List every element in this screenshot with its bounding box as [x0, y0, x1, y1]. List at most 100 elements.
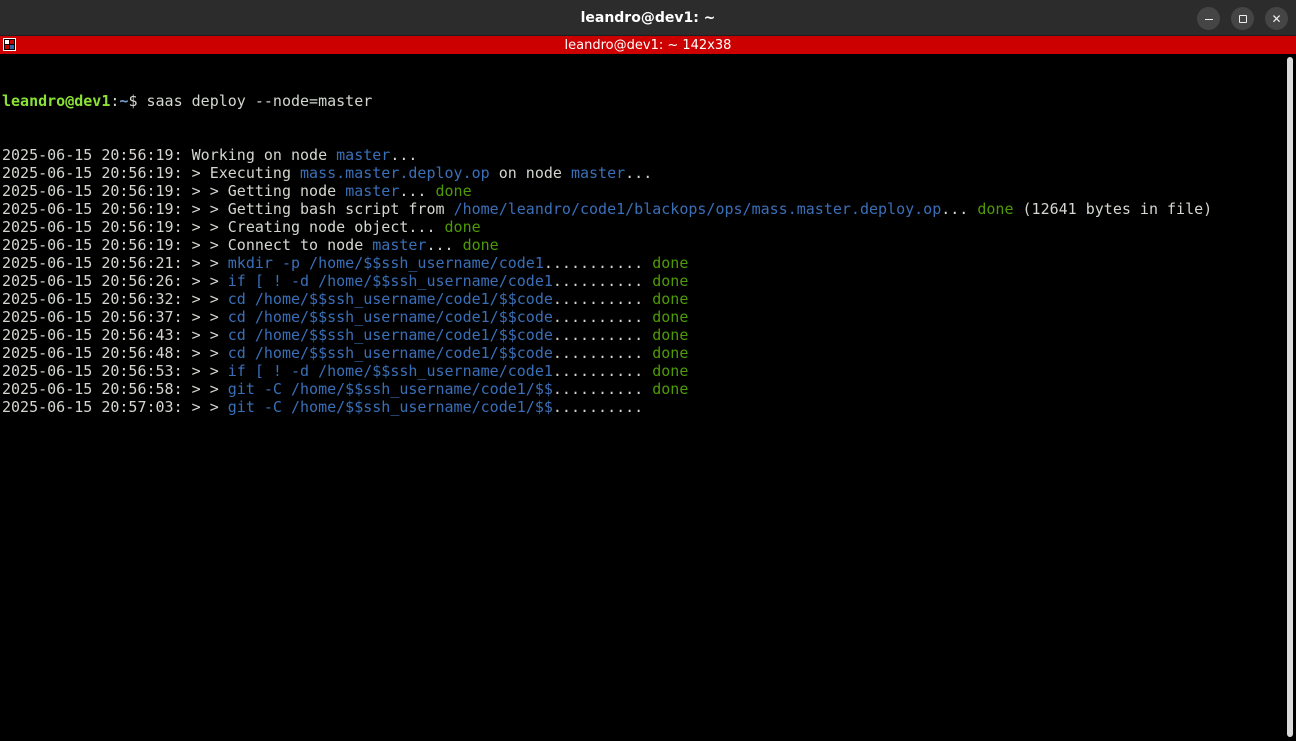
- log-text: > >: [182, 272, 228, 290]
- terminal-window: leandro@dev1: ~ ✕ leandro@dev1: ~ 142x38…: [0, 0, 1296, 741]
- log-highlight: cd /home/$$ssh_username/code1/$$code: [227, 326, 553, 344]
- log-text: > > Connect to node: [182, 236, 373, 254]
- log-text: > >: [182, 344, 228, 362]
- log-highlight: master: [336, 146, 391, 164]
- log-line: 2025-06-15 20:56:19: > > Getting bash sc…: [2, 200, 1282, 218]
- log-text: on node: [489, 164, 571, 182]
- log-line: 2025-06-15 20:56:48: > > cd /home/$$ssh_…: [2, 344, 1282, 362]
- window-title: leandro@dev1: ~: [580, 9, 716, 26]
- log-line: 2025-06-15 20:56:37: > > cd /home/$$ssh_…: [2, 308, 1282, 326]
- prompt-command: saas deploy --node=master: [146, 92, 373, 110]
- log-text: ..........: [552, 326, 653, 344]
- log-done-status: done: [652, 362, 689, 380]
- log-timestamp: 2025-06-15 20:56:21:: [2, 254, 183, 272]
- log-highlight: cd /home/$$ssh_username/code1/$$code: [227, 344, 553, 362]
- log-text: > > Getting node: [182, 182, 346, 200]
- log-done-status: done: [435, 182, 472, 200]
- log-text: > > Getting bash script from: [182, 200, 454, 218]
- log-highlight: git -C /home/$$ssh_username/code1/$$: [227, 380, 553, 398]
- log-timestamp: 2025-06-15 20:56:53:: [2, 362, 183, 380]
- log-text: > >: [182, 326, 228, 344]
- log-text: ...........: [543, 254, 653, 272]
- log-text: > >: [182, 362, 228, 380]
- tmux-window-icon: [3, 38, 16, 51]
- log-highlight: git -C /home/$$ssh_username/code1/$$: [227, 398, 553, 416]
- tmux-title: leandro@dev1: ~ 142x38: [564, 37, 732, 53]
- log-timestamp: 2025-06-15 20:57:03:: [2, 398, 183, 416]
- log-done-status: done: [652, 254, 689, 272]
- log-done-status: done: [444, 218, 481, 236]
- log-done-status: done: [652, 290, 689, 308]
- log-text: ...: [426, 236, 463, 254]
- log-line: 2025-06-15 20:56:53: > > if [ ! -d /home…: [2, 362, 1282, 380]
- log-timestamp: 2025-06-15 20:56:37:: [2, 308, 183, 326]
- minimize-icon: [1204, 18, 1213, 21]
- terminal-scrollbar[interactable]: [1286, 57, 1294, 737]
- log-text: ...: [390, 146, 418, 164]
- log-text: ...: [399, 182, 436, 200]
- log-timestamp: 2025-06-15 20:56:26:: [2, 272, 183, 290]
- prompt-line: leandro@dev1:~$ saas deploy --node=maste…: [2, 92, 1282, 110]
- log-line: 2025-06-15 20:56:32: > > cd /home/$$ssh_…: [2, 290, 1282, 308]
- log-text: > >: [182, 254, 228, 272]
- log-timestamp: 2025-06-15 20:56:32:: [2, 290, 183, 308]
- window-controls: ✕: [1197, 7, 1288, 30]
- log-text: > >: [182, 398, 228, 416]
- log-line: 2025-06-15 20:56:58: > > git -C /home/$$…: [2, 380, 1282, 398]
- log-text: ..........: [552, 290, 653, 308]
- log-highlight: /home/leandro/code1/blackops/ops/mass.ma…: [453, 200, 942, 218]
- log-text: (12641 bytes in file): [1013, 200, 1213, 218]
- log-line: 2025-06-15 20:56:19: > > Connect to node…: [2, 236, 1282, 254]
- log-line: 2025-06-15 20:56:19: > > Creating node o…: [2, 218, 1282, 236]
- terminal-output[interactable]: leandro@dev1:~$ saas deploy --node=maste…: [0, 55, 1284, 741]
- window-titlebar[interactable]: leandro@dev1: ~ ✕: [0, 0, 1296, 36]
- log-text: ...: [941, 200, 978, 218]
- log-line: 2025-06-15 20:56:19: > > Getting node ma…: [2, 182, 1282, 200]
- log-timestamp: 2025-06-15 20:56:43:: [2, 326, 183, 344]
- log-text: > >: [182, 308, 228, 326]
- log-text: ...: [625, 164, 653, 182]
- log-done-status: done: [977, 200, 1014, 218]
- log-highlight: if [ ! -d /home/$$ssh_username/code1: [227, 362, 553, 380]
- log-line: 2025-06-15 20:56:43: > > cd /home/$$ssh_…: [2, 326, 1282, 344]
- scrollbar-thumb[interactable]: [1287, 57, 1293, 737]
- log-highlight: if [ ! -d /home/$$ssh_username/code1: [227, 272, 553, 290]
- close-button[interactable]: ✕: [1265, 7, 1288, 30]
- log-text: ..........: [552, 398, 644, 416]
- log-text: ..........: [552, 344, 653, 362]
- log-line: 2025-06-15 20:56:26: > > if [ ! -d /home…: [2, 272, 1282, 290]
- restore-icon: [1238, 14, 1247, 23]
- log-text: Working on node: [182, 146, 337, 164]
- log-text: > > Creating node object...: [182, 218, 445, 236]
- log-highlight: master: [345, 182, 400, 200]
- log-text: > >: [182, 290, 228, 308]
- log-line: 2025-06-15 20:56:19: Working on node mas…: [2, 146, 1282, 164]
- log-timestamp: 2025-06-15 20:56:19:: [2, 146, 183, 164]
- log-done-status: done: [652, 380, 689, 398]
- log-timestamp: 2025-06-15 20:56:58:: [2, 380, 183, 398]
- log-done-status: done: [652, 344, 689, 362]
- close-icon: ✕: [1271, 11, 1282, 26]
- log-text: > >: [182, 380, 228, 398]
- log-highlight: cd /home/$$ssh_username/code1/$$code: [227, 290, 553, 308]
- log-text: ..........: [552, 272, 653, 290]
- log-text: ..........: [552, 308, 653, 326]
- prompt-symbol: $: [128, 92, 147, 110]
- log-timestamp: 2025-06-15 20:56:48:: [2, 344, 183, 362]
- log-text: ..........: [552, 380, 653, 398]
- prompt-user-host: leandro@dev1: [2, 92, 111, 110]
- log-done-status: done: [652, 326, 689, 344]
- log-line: 2025-06-15 20:57:03: > > git -C /home/$$…: [2, 398, 1282, 416]
- log-highlight: cd /home/$$ssh_username/code1/$$code: [227, 308, 553, 326]
- log-text: > Executing: [182, 164, 301, 182]
- log-timestamp: 2025-06-15 20:56:19:: [2, 218, 183, 236]
- log-timestamp: 2025-06-15 20:56:19:: [2, 164, 183, 182]
- log-timestamp: 2025-06-15 20:56:19:: [2, 182, 183, 200]
- minimize-button[interactable]: [1197, 7, 1220, 30]
- log-highlight: mkdir -p /home/$$ssh_username/code1: [227, 254, 544, 272]
- log-done-status: done: [462, 236, 499, 254]
- log-highlight: master: [372, 236, 427, 254]
- log-done-status: done: [652, 272, 689, 290]
- restore-button[interactable]: [1231, 7, 1254, 30]
- log-timestamp: 2025-06-15 20:56:19:: [2, 200, 183, 218]
